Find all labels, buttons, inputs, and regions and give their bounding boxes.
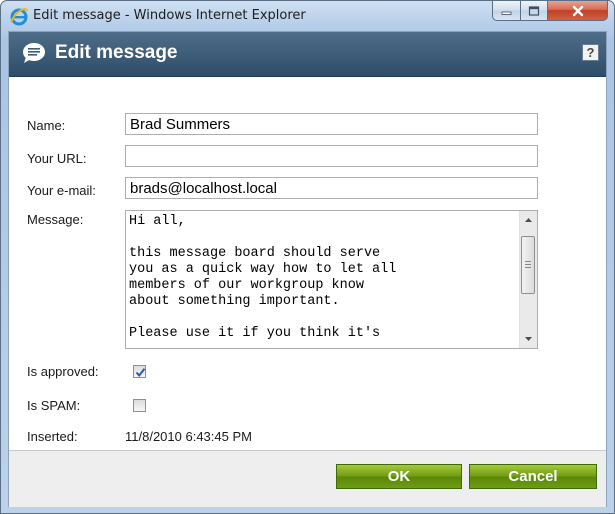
is-approved-checkbox[interactable] (133, 365, 146, 378)
checkmark-icon (135, 368, 146, 378)
help-button[interactable]: ? (582, 44, 599, 61)
url-field[interactable] (125, 145, 538, 167)
speech-bubble-icon (21, 41, 47, 65)
close-icon (572, 5, 583, 16)
title-bar[interactable]: Edit message - Windows Internet Explorer (1, 1, 614, 31)
scroll-thumb[interactable] (521, 236, 535, 294)
browser-window: Edit message - Windows Internet Explorer (0, 0, 615, 514)
cancel-button[interactable]: Cancel (469, 464, 597, 489)
thumb-grip (525, 267, 531, 268)
dialog-title: Edit message (55, 42, 178, 63)
thumb-grip (525, 261, 531, 262)
is-spam-label: Is SPAM: (27, 398, 81, 413)
inserted-value: 11/8/2010 6:43:45 PM (125, 429, 252, 444)
scroll-down-button[interactable] (520, 331, 537, 348)
dialog-header: Edit message ? (9, 32, 606, 77)
minimize-button[interactable] (492, 1, 521, 21)
maximize-icon (528, 5, 540, 16)
name-field[interactable] (125, 113, 538, 135)
help-icon: ? (586, 45, 595, 60)
scroll-up-icon (525, 218, 532, 222)
is-spam-checkbox[interactable] (133, 399, 146, 412)
message-scrollbar[interactable] (519, 211, 537, 348)
ok-button[interactable]: OK (336, 464, 462, 489)
scroll-down-icon (525, 337, 532, 341)
dialog-content: Edit message ? Name: Your URL: Your e-ma… (8, 31, 607, 507)
email-label: Your e-mail: (27, 183, 96, 198)
name-label: Name: (27, 118, 66, 133)
message-label: Message: (27, 212, 84, 227)
message-textarea[interactable]: Hi all, this message board should serve … (125, 210, 538, 349)
maximize-button[interactable] (521, 1, 548, 21)
email-field[interactable] (125, 177, 538, 199)
is-approved-label: Is approved: (27, 364, 99, 379)
close-button[interactable] (548, 1, 608, 21)
url-label: Your URL: (27, 151, 87, 166)
thumb-grip (525, 264, 531, 265)
scroll-up-button[interactable] (520, 211, 537, 228)
minimize-icon (501, 11, 511, 15)
dialog-footer: OK Cancel (9, 450, 606, 507)
ie-logo-icon (9, 7, 29, 27)
window-title: Edit message - Windows Internet Explorer (33, 8, 306, 23)
inserted-label: Inserted: (27, 429, 78, 444)
message-text: Hi all, this message board should serve … (129, 214, 397, 341)
